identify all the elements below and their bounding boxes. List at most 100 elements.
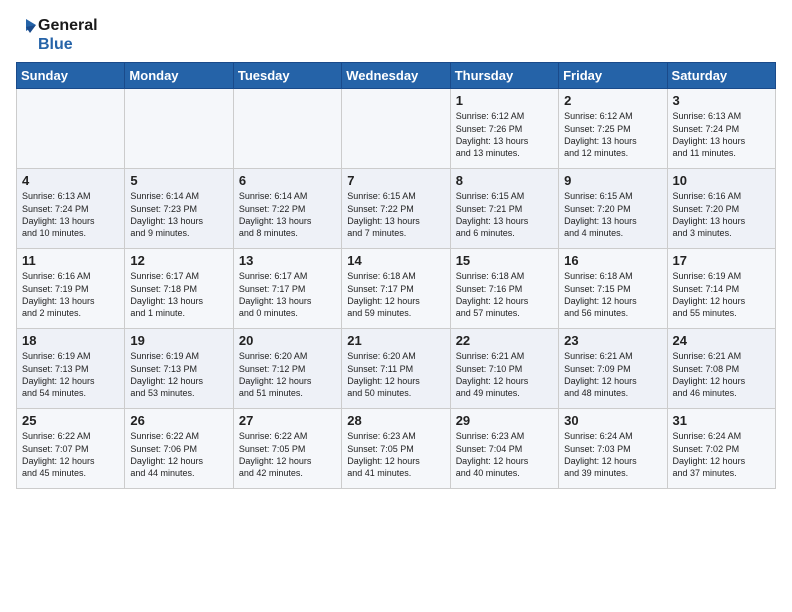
calendar-cell — [342, 89, 450, 169]
day-number: 21 — [347, 333, 444, 348]
week-row-4: 18 Sunrise: 6:19 AM Sunset: 7:13 PM Dayli… — [17, 329, 776, 409]
day-info: Sunrise: 6:15 AM Sunset: 7:22 PM Dayligh… — [347, 190, 444, 239]
calendar-cell: 13 Sunrise: 6:17 AM Sunset: 7:17 PM Dayli… — [233, 249, 341, 329]
day-number: 23 — [564, 333, 661, 348]
calendar-cell: 10 Sunrise: 6:16 AM Sunset: 7:20 PM Dayli… — [667, 169, 775, 249]
day-number: 26 — [130, 413, 227, 428]
calendar-cell: 18Sunrise: 6:19 AM Sunset: 7:13 PM Dayli… — [17, 329, 125, 409]
day-number: 18 — [22, 333, 119, 348]
week-row-2: 4Sunrise: 6:13 AM Sunset: 7:24 PM Daylig… — [17, 169, 776, 249]
calendar-cell: 30 Sunrise: 6:24 AM Sunset: 7:03 PM Dayli… — [559, 409, 667, 489]
day-info: Sunrise: 6:18 AM Sunset: 7:15 PM Dayligh… — [564, 270, 661, 319]
day-number: 3 — [673, 93, 770, 108]
day-info: Sunrise: 6:12 AM Sunset: 7:26 PM Dayligh… — [456, 110, 553, 159]
day-number: 28 — [347, 413, 444, 428]
column-header-monday: Monday — [125, 63, 233, 89]
day-number: 7 — [347, 173, 444, 188]
logo: General Blue — [16, 16, 98, 54]
day-info: Sunrise: 6:14 AM Sunset: 7:23 PM Dayligh… — [130, 190, 227, 239]
day-number: 5 — [130, 173, 227, 188]
calendar-cell: 20Sunrise: 6:20 AM Sunset: 7:12 PM Dayli… — [233, 329, 341, 409]
column-header-wednesday: Wednesday — [342, 63, 450, 89]
day-number: 6 — [239, 173, 336, 188]
calendar-cell: 24Sunrise: 6:21 AM Sunset: 7:08 PM Dayli… — [667, 329, 775, 409]
calendar-cell: 6 Sunrise: 6:14 AM Sunset: 7:22 PM Daylig… — [233, 169, 341, 249]
day-info: Sunrise: 6:24 AM Sunset: 7:03 PM Dayligh… — [564, 430, 661, 479]
calendar-cell: 14Sunrise: 6:18 AM Sunset: 7:17 PM Dayli… — [342, 249, 450, 329]
column-header-tuesday: Tuesday — [233, 63, 341, 89]
page-header: General Blue — [16, 16, 776, 54]
day-number: 19 — [130, 333, 227, 348]
calendar-cell: 19 Sunrise: 6:19 AM Sunset: 7:13 PM Dayli… — [125, 329, 233, 409]
day-number: 11 — [22, 253, 119, 268]
calendar-cell: 23 Sunrise: 6:21 AM Sunset: 7:09 PM Dayli… — [559, 329, 667, 409]
day-info: Sunrise: 6:12 AM Sunset: 7:25 PM Dayligh… — [564, 110, 661, 159]
logo-container: General Blue — [16, 16, 98, 54]
day-info: Sunrise: 6:23 AM Sunset: 7:04 PM Dayligh… — [456, 430, 553, 479]
day-info: Sunrise: 6:22 AM Sunset: 7:07 PM Dayligh… — [22, 430, 119, 479]
day-number: 30 — [564, 413, 661, 428]
day-number: 14 — [347, 253, 444, 268]
week-row-5: 25Sunrise: 6:22 AM Sunset: 7:07 PM Dayli… — [17, 409, 776, 489]
logo-general: General — [38, 16, 98, 35]
day-info: Sunrise: 6:16 AM Sunset: 7:19 PM Dayligh… — [22, 270, 119, 319]
day-number: 24 — [673, 333, 770, 348]
day-info: Sunrise: 6:15 AM Sunset: 7:21 PM Dayligh… — [456, 190, 553, 239]
calendar-cell: 9 Sunrise: 6:15 AM Sunset: 7:20 PM Daylig… — [559, 169, 667, 249]
calendar-cell — [233, 89, 341, 169]
calendar-cell: 31 Sunrise: 6:24 AM Sunset: 7:02 PM Dayli… — [667, 409, 775, 489]
day-number: 9 — [564, 173, 661, 188]
day-info: Sunrise: 6:21 AM Sunset: 7:09 PM Dayligh… — [564, 350, 661, 399]
day-info: Sunrise: 6:16 AM Sunset: 7:20 PM Dayligh… — [673, 190, 770, 239]
day-number: 1 — [456, 93, 553, 108]
column-header-sunday: Sunday — [17, 63, 125, 89]
calendar-cell: 26Sunrise: 6:22 AM Sunset: 7:06 PM Dayli… — [125, 409, 233, 489]
calendar-cell: 28Sunrise: 6:23 AM Sunset: 7:05 PM Dayli… — [342, 409, 450, 489]
day-number: 31 — [673, 413, 770, 428]
calendar-cell: 5 Sunrise: 6:14 AM Sunset: 7:23 PM Daylig… — [125, 169, 233, 249]
calendar-cell: 21 Sunrise: 6:20 AM Sunset: 7:11 PM Dayli… — [342, 329, 450, 409]
calendar-cell: 27Sunrise: 6:22 AM Sunset: 7:05 PM Dayli… — [233, 409, 341, 489]
week-row-3: 11 Sunrise: 6:16 AM Sunset: 7:19 PM Dayli… — [17, 249, 776, 329]
day-number: 16 — [564, 253, 661, 268]
logo-bird-icon — [16, 17, 36, 53]
calendar-header: SundayMondayTuesdayWednesdayThursdayFrid… — [17, 63, 776, 89]
day-info: Sunrise: 6:13 AM Sunset: 7:24 PM Dayligh… — [673, 110, 770, 159]
day-info: Sunrise: 6:18 AM Sunset: 7:16 PM Dayligh… — [456, 270, 553, 319]
calendar-cell — [125, 89, 233, 169]
day-number: 12 — [130, 253, 227, 268]
column-header-saturday: Saturday — [667, 63, 775, 89]
day-info: Sunrise: 6:20 AM Sunset: 7:12 PM Dayligh… — [239, 350, 336, 399]
day-number: 17 — [673, 253, 770, 268]
day-info: Sunrise: 6:19 AM Sunset: 7:13 PM Dayligh… — [130, 350, 227, 399]
day-info: Sunrise: 6:20 AM Sunset: 7:11 PM Dayligh… — [347, 350, 444, 399]
day-number: 2 — [564, 93, 661, 108]
calendar-cell: 12 Sunrise: 6:17 AM Sunset: 7:18 PM Dayli… — [125, 249, 233, 329]
calendar-cell: 22Sunrise: 6:21 AM Sunset: 7:10 PM Dayli… — [450, 329, 558, 409]
calendar-cell: 16 Sunrise: 6:18 AM Sunset: 7:15 PM Dayli… — [559, 249, 667, 329]
day-info: Sunrise: 6:17 AM Sunset: 7:18 PM Dayligh… — [130, 270, 227, 319]
day-info: Sunrise: 6:13 AM Sunset: 7:24 PM Dayligh… — [22, 190, 119, 239]
calendar-cell — [17, 89, 125, 169]
day-info: Sunrise: 6:24 AM Sunset: 7:02 PM Dayligh… — [673, 430, 770, 479]
week-row-1: 1 Sunrise: 6:12 AM Sunset: 7:26 PM Daylig… — [17, 89, 776, 169]
calendar-cell: 15 Sunrise: 6:18 AM Sunset: 7:16 PM Dayli… — [450, 249, 558, 329]
calendar-cell: 3 Sunrise: 6:13 AM Sunset: 7:24 PM Daylig… — [667, 89, 775, 169]
day-number: 15 — [456, 253, 553, 268]
day-info: Sunrise: 6:15 AM Sunset: 7:20 PM Dayligh… — [564, 190, 661, 239]
day-info: Sunrise: 6:22 AM Sunset: 7:05 PM Dayligh… — [239, 430, 336, 479]
logo-blue: Blue — [38, 35, 98, 54]
calendar-body: 1 Sunrise: 6:12 AM Sunset: 7:26 PM Daylig… — [17, 89, 776, 489]
calendar-cell: 29Sunrise: 6:23 AM Sunset: 7:04 PM Dayli… — [450, 409, 558, 489]
calendar-cell: 8Sunrise: 6:15 AM Sunset: 7:21 PM Daylig… — [450, 169, 558, 249]
day-number: 13 — [239, 253, 336, 268]
day-info: Sunrise: 6:21 AM Sunset: 7:10 PM Dayligh… — [456, 350, 553, 399]
day-number: 10 — [673, 173, 770, 188]
day-info: Sunrise: 6:19 AM Sunset: 7:14 PM Dayligh… — [673, 270, 770, 319]
day-info: Sunrise: 6:14 AM Sunset: 7:22 PM Dayligh… — [239, 190, 336, 239]
calendar-table: SundayMondayTuesdayWednesdayThursdayFrid… — [16, 62, 776, 489]
header-row: SundayMondayTuesdayWednesdayThursdayFrid… — [17, 63, 776, 89]
calendar-cell: 4Sunrise: 6:13 AM Sunset: 7:24 PM Daylig… — [17, 169, 125, 249]
day-info: Sunrise: 6:17 AM Sunset: 7:17 PM Dayligh… — [239, 270, 336, 319]
calendar-cell: 25Sunrise: 6:22 AM Sunset: 7:07 PM Dayli… — [17, 409, 125, 489]
